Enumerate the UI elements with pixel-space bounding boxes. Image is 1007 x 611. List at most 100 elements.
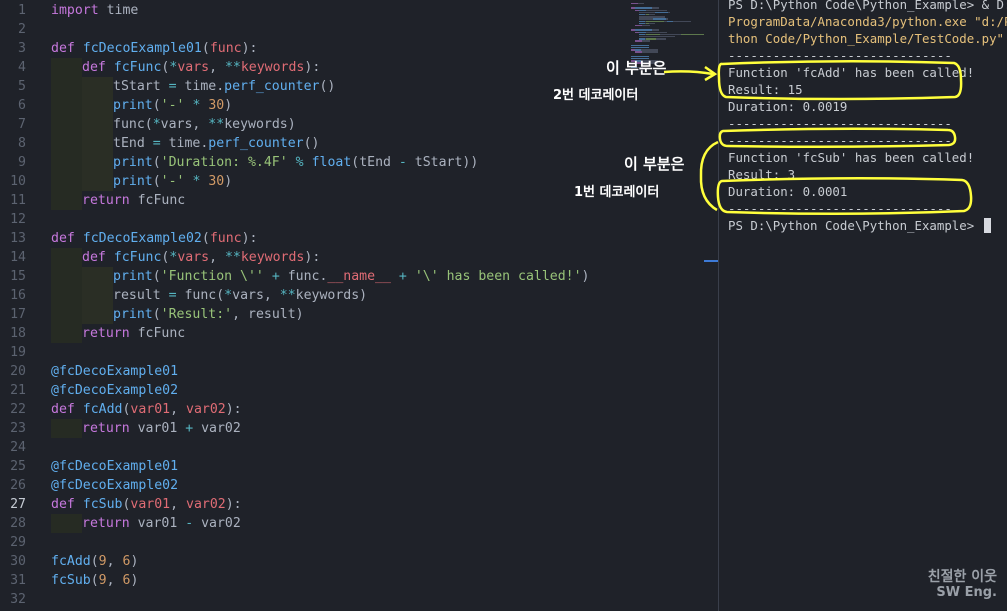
code-line[interactable]: def fcFunc(*vars, **keywords): — [82, 58, 320, 77]
code-token: __name__ — [327, 269, 391, 284]
code-line[interactable]: @fcDecoExample02 — [51, 476, 178, 495]
terminal-text: thon Code/Python_Example/TestCode.py" — [728, 31, 1005, 46]
code-line[interactable]: @fcDecoExample01 — [51, 457, 178, 476]
code-line[interactable]: return var01 - var02 — [82, 514, 241, 533]
indent-guide — [82, 77, 113, 96]
annotation-note-2-line2: 1번 데코레이터 — [574, 185, 660, 200]
code-line[interactable]: func(*vars, **keywords) — [113, 115, 296, 134]
code-line[interactable]: fcSub(9, 6) — [51, 571, 138, 590]
code-token: ): — [225, 497, 242, 512]
code-token: import — [51, 3, 99, 18]
terminal-line: Function 'fcAdd' has been called! — [728, 64, 974, 81]
code-token: ): — [241, 41, 258, 56]
line-number: 22 — [10, 402, 26, 417]
annotation-note-1-line2: 2번 데코레이터 — [553, 88, 639, 103]
code-token: 'Function \'' — [160, 269, 264, 284]
code-token: vars — [177, 60, 210, 75]
code-token: ( — [201, 231, 210, 246]
code-line[interactable]: def fcDecoExample01(func): — [51, 39, 257, 58]
terminal-text: Result: 3 — [728, 167, 796, 182]
code-token: var02 — [193, 421, 241, 436]
code-token: ): — [241, 231, 258, 246]
code-token: time. — [176, 79, 225, 94]
code-token: var01 — [129, 421, 186, 436]
code-line[interactable]: return fcFunc — [82, 324, 185, 343]
terminal-line: ------------------------------ — [728, 47, 952, 64]
indent-guide — [51, 324, 82, 343]
code-token: () — [319, 79, 336, 94]
code-line[interactable]: def fcDecoExample02(func): — [51, 229, 257, 248]
code-token: ) — [224, 174, 233, 189]
code-token: * — [224, 288, 233, 303]
code-line[interactable]: print('Result:', result) — [113, 305, 304, 324]
terminal-panel[interactable]: PS D:\Python Code\Python_Example> & D:/ P… — [719, 0, 1007, 611]
terminal-cursor — [983, 218, 991, 233]
terminal-text: PS D:\Python Code\Python_Example> & D:/ — [728, 0, 1007, 12]
code-line[interactable]: @fcDecoExample02 — [51, 381, 178, 400]
terminal-text: Duration: 0.0019 — [728, 99, 848, 114]
minimap-segment — [656, 9, 665, 11]
code-token: , — [170, 497, 187, 512]
code-token: def — [82, 250, 114, 265]
code-token: + — [185, 421, 194, 436]
code-token: @fcDecoExample01 — [51, 459, 179, 474]
code-token: (tEnd — [351, 155, 399, 170]
code-token: time. — [160, 136, 209, 151]
code-line[interactable]: result = func(*vars, **keywords) — [113, 286, 367, 305]
code-token: keywords) — [295, 288, 368, 303]
code-token: - — [398, 155, 407, 170]
indent-guide — [51, 286, 82, 305]
code-token: def — [82, 60, 114, 75]
indent-guide — [82, 286, 113, 305]
line-number: 30 — [10, 554, 26, 569]
code-token: var02 — [193, 516, 241, 531]
code-line[interactable]: def fcSub(var01, var02): — [51, 495, 242, 514]
code-token: fcFunc — [113, 60, 162, 75]
code-token: keywords — [240, 60, 305, 75]
terminal-line: ------------------------------ — [728, 200, 952, 217]
code-line[interactable]: def fcFunc(*vars, **keywords): — [82, 248, 320, 267]
line-number: 23 — [10, 421, 26, 436]
code-line[interactable]: def fcAdd(var01, var02): — [51, 400, 242, 419]
code-line[interactable]: print('Function \'' + func.__name__ + '\… — [113, 267, 590, 286]
code-token: tStart)) — [406, 155, 479, 170]
code-line[interactable]: tStart = time.perf_counter() — [113, 77, 335, 96]
minimap-segment — [669, 33, 678, 36]
code-line[interactable]: return fcFunc — [82, 191, 185, 210]
code-token: % — [295, 155, 304, 170]
code-line[interactable]: fcAdd(9, 6) — [51, 552, 138, 571]
code-token: ) — [130, 554, 139, 569]
code-token: ** — [208, 117, 225, 132]
editor-scrollbar[interactable] — [704, 0, 718, 611]
code-line[interactable]: @fcDecoExample01 — [51, 362, 178, 381]
code-token: return — [82, 326, 130, 341]
code-line[interactable]: print('Duration: %.4F' % float(tEnd - tS… — [113, 153, 478, 172]
code-line[interactable]: tEnd = time.perf_counter() — [113, 134, 319, 153]
minimap-segment — [665, 31, 667, 33]
code-token: perf_counter — [224, 79, 320, 94]
terminal-line: ------------------------------ — [728, 115, 952, 132]
minimap-segment — [656, 38, 666, 40]
code-token: = — [168, 288, 177, 303]
line-number: 7 — [18, 117, 26, 132]
terminal-text: PS D:\Python Code\Python_Example> — [728, 218, 982, 233]
code-editor[interactable]: 1 2 3 4 5 6 7 8 9 10 11 12 13 14 15 16 17 18 19 20 21 22 23 24 2… — [0, 0, 622, 611]
code-token: tEnd — [113, 136, 153, 151]
terminal-line: ProgramData/Anaconda3/python.exe "d:/Py — [728, 13, 1007, 30]
indent-guide — [51, 134, 82, 153]
code-line[interactable]: import time — [51, 1, 138, 20]
line-number: 10 — [10, 174, 26, 189]
code-token: ( — [201, 41, 210, 56]
line-number: 19 — [10, 345, 26, 360]
line-number: 6 — [18, 98, 26, 113]
line-number: 27 — [10, 497, 26, 512]
terminal-line: thon Code/Python_Example/TestCode.py" — [728, 30, 1004, 47]
code-token: ( — [152, 269, 161, 284]
code-line[interactable]: return var01 + var02 — [82, 419, 241, 438]
code-token: () — [303, 136, 320, 151]
code-line[interactable]: print('-' * 30) — [113, 96, 232, 115]
watermark-line2: SW Eng. — [936, 585, 997, 600]
code-line[interactable]: print('-' * 30) — [113, 172, 232, 191]
